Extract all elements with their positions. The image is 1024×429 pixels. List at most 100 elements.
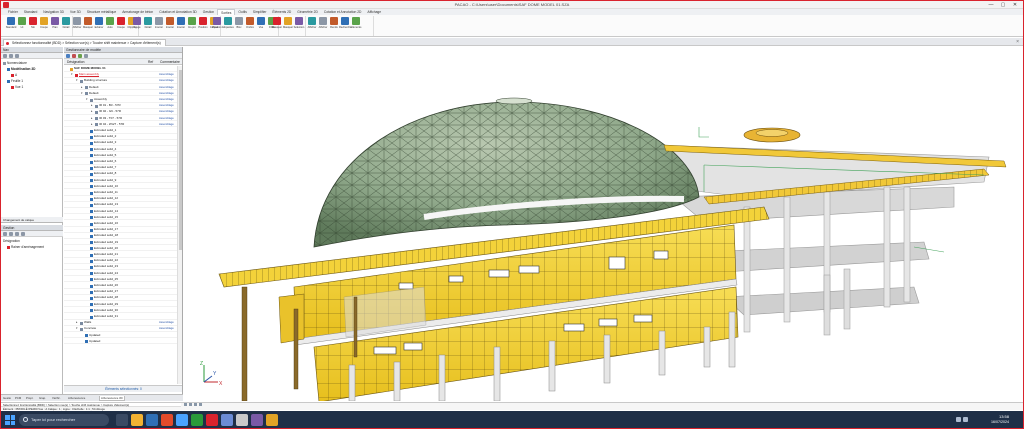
tree-row[interactable]: ▸ IR 02 - G9 - 57R Assemblage [64,109,177,115]
column-designation[interactable]: Désignation [67,59,84,65]
tree-row[interactable]: Updated [64,333,177,339]
tree-row[interactable]: Extruded solid_23 [64,264,177,270]
tree-row[interactable]: Extruded solid_3 [64,140,177,146]
ribbon-button-20[interactable]: Position [212,17,222,33]
panel-tab-0[interactable]: Gestio [2,396,12,401]
tree-row[interactable]: Extruded solid_21 [64,252,177,258]
tree-row[interactable]: ▾ Assembly Assemblage [64,97,177,103]
ribbon-button-28[interactable]: Sélection [294,17,304,33]
settings-icon[interactable] [84,54,88,58]
app-icon[interactable] [251,414,263,426]
tree-row[interactable]: SAF DOME MODEL 01 [64,66,177,72]
3d-viewport[interactable]: Z X Y [184,47,1023,401]
ribbon-button-1[interactable]: Lit [17,17,27,33]
ribbon-button-24[interactable]: Vue [256,17,266,33]
tree-row[interactable]: Extruded solid_29 [64,302,177,308]
pacao-app-icon[interactable] [206,414,218,426]
tool-icon[interactable] [9,54,13,58]
tree-row[interactable]: ▸ IR 04 - ZN27 - 57R Assemblage [64,122,177,128]
expand-toggle-icon[interactable]: ▸ [91,116,93,122]
ribbon-button-2[interactable]: Mo [28,17,38,33]
tree-row[interactable]: Extruded solid_6 [64,159,177,165]
tree-row[interactable]: Extruded solid_13 [64,202,177,208]
ribbon-button-14[interactable]: Insérer [154,17,164,33]
expand-toggle-icon[interactable]: ▸ [76,320,78,326]
tree-row[interactable]: Extruded solid_31 [64,314,177,320]
management-tree-item[interactable]: Rainer d'aménagement [7,245,44,250]
ribbon-button-3[interactable]: Coupe [39,17,49,33]
expand-toggle-icon[interactable]: ▾ [81,91,83,97]
ribbon-button-30[interactable]: Afficher [318,17,328,33]
expand-toggle-icon[interactable]: ▾ [76,326,78,332]
tool-icon[interactable] [15,232,19,236]
tree-row[interactable]: ▸ IR 03 - T07 - 57R Assemblage [64,116,177,122]
app-icon[interactable] [266,414,278,426]
snap-icon[interactable] [184,403,187,406]
tool-icon[interactable] [9,232,13,236]
ribbon-button-13[interactable]: Détail [143,17,153,33]
ribbon-button-33[interactable]: Éléments [351,17,361,33]
app-icon[interactable] [191,414,203,426]
panel-tab-6[interactable]: Arborescence 3D [99,396,125,401]
network-icon[interactable] [956,417,961,422]
tree-row[interactable]: Extruded solid_16 [64,221,177,227]
filter-icon[interactable] [72,54,76,58]
tree-row[interactable]: ▾ Concrete Assemblage [64,326,177,332]
ribbon-button-12[interactable]: Gruge [132,17,142,33]
tree-row[interactable]: Extruded solid_27 [64,289,177,295]
tree-row[interactable]: Extruded solid_4 [64,147,177,153]
store-icon[interactable] [176,414,188,426]
ribbon-button-23[interactable]: Ombre [245,17,255,33]
grid-icon[interactable] [189,403,192,406]
ribbon-button-15[interactable]: Insérer [165,17,175,33]
tree-row[interactable]: Extruded solid_25 [64,277,177,283]
ortho-icon[interactable] [194,403,197,406]
tree-scroll-thumb[interactable] [179,70,182,250]
tree-row[interactable]: Extruded solid_8 [64,171,177,177]
clock-date[interactable]: 16/07/2024 [991,420,1009,424]
file-explorer-icon[interactable] [131,414,143,426]
tree-row[interactable]: Extruded solid_19 [64,240,177,246]
expand-icon[interactable] [66,54,70,58]
ribbon-button-22[interactable]: Bloc [234,17,244,33]
close-tab-icon[interactable]: × [1016,38,1019,46]
expand-toggle-icon[interactable]: ▸ [91,109,93,115]
tree-row[interactable]: Extruded solid_14 [64,209,177,215]
ribbon-button-26[interactable]: Masquer [272,17,282,33]
ribbon-button-18[interactable]: Position [198,17,208,33]
ribbon-button-7[interactable]: Masquer [83,17,93,33]
ribbon-button-5[interactable]: Détail [61,17,71,33]
layer-icon[interactable] [199,403,202,406]
ribbon-button-0[interactable]: Standard [6,17,16,33]
ribbon-button-10[interactable]: Coupe [116,17,126,33]
ribbon-button-6[interactable]: Afficher [72,17,82,33]
tool-icon[interactable] [21,232,25,236]
ribbon-button-4[interactable]: Plan [50,17,60,33]
tree-row[interactable]: Extruded solid_12 [64,196,177,202]
nav-tree-item[interactable]: Feuille 1 [7,79,23,84]
minimize-button[interactable]: — [985,1,997,9]
tree-row[interactable]: ▸ Default Assemblage [64,85,177,91]
column-ref[interactable]: Ref [148,59,153,65]
tree-row[interactable]: Extruded solid_7 [64,165,177,171]
tree-row[interactable]: Extruded solid_20 [64,246,177,252]
tree-row[interactable]: Extruded solid_2 [64,134,177,140]
ribbon-button-29[interactable]: Afficher [307,17,317,33]
expand-toggle-icon[interactable]: ▸ [91,103,93,109]
maximize-button[interactable]: ▢ [997,1,1009,9]
app-icon[interactable] [236,414,248,426]
panel-tab-2[interactable]: Propr. [25,396,34,401]
building-model-render[interactable]: Z X Y [184,47,1023,401]
column-comment[interactable]: Commentaire [160,59,180,65]
tree-row[interactable]: Extruded solid_10 [64,184,177,190]
app-logo-icon[interactable] [3,2,9,8]
layer-change-button[interactable]: Changement de calque [1,217,63,223]
tree-row[interactable]: Extruded solid_5 [64,153,177,159]
tree-row[interactable]: Extruded solid_18 [64,233,177,239]
nav-tree-item[interactable]: A [11,73,17,78]
expand-toggle-icon[interactable]: ▸ [91,122,93,128]
browser-icon[interactable] [146,414,158,426]
clock-time[interactable]: 13:58 [999,414,1009,419]
tool-icon[interactable] [3,232,7,236]
tree-row[interactable]: Extruded solid_11 [64,190,177,196]
